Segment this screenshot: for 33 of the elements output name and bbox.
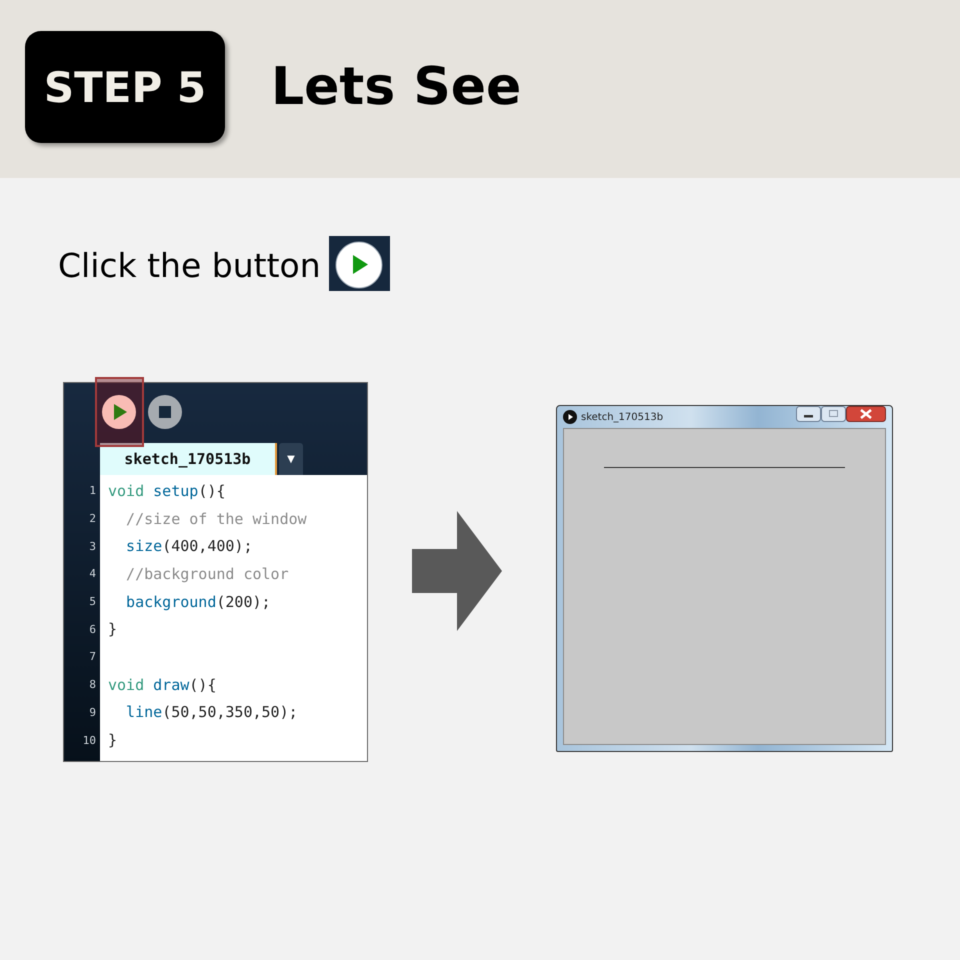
window-title: sketch_170513b: [581, 412, 664, 422]
slide-title: Lets See: [271, 57, 522, 117]
tab-menu-button[interactable]: ▼: [279, 443, 303, 475]
code-line: }: [108, 620, 118, 638]
close-button[interactable]: [846, 406, 886, 422]
line-number: 7: [89, 650, 96, 664]
code-line: void draw(){: [108, 676, 216, 694]
code-line: line(50,50,350,50);: [125, 703, 298, 722]
line-number: 3: [89, 540, 96, 553]
code-line: }: [108, 731, 118, 750]
code-line: void setup(){: [108, 482, 226, 500]
play-button-icon: [328, 236, 390, 291]
line-number: 9: [89, 706, 96, 719]
line-number: 6: [89, 622, 96, 636]
line-number: 2: [89, 512, 96, 526]
line-number: 1: [89, 484, 96, 498]
line-number: 4: [89, 567, 96, 580]
line-number: 10: [82, 734, 96, 747]
code-line: background(200);: [125, 592, 271, 611]
minimize-button[interactable]: [796, 406, 821, 422]
line-number: 5: [89, 595, 96, 608]
play-icon: [563, 410, 577, 424]
stop-button[interactable]: [147, 394, 183, 430]
code-line: //size of the window: [125, 510, 307, 528]
right-arrow-icon: [412, 511, 502, 631]
line-number: 8: [89, 678, 96, 692]
run-button[interactable]: [101, 394, 137, 430]
sketch-tab[interactable]: sketch_170513b: [100, 443, 277, 475]
code-line: //background color: [125, 564, 289, 583]
step-badge: STEP 5: [25, 31, 225, 143]
instruction-text: Click the button: [58, 246, 321, 285]
code-line: size(400,400);: [125, 537, 252, 556]
code-area[interactable]: void setup(){ //size of the window size(400,400); //background color background(200); } void draw(){ line(50,50,350,50); }: [100, 475, 367, 761]
